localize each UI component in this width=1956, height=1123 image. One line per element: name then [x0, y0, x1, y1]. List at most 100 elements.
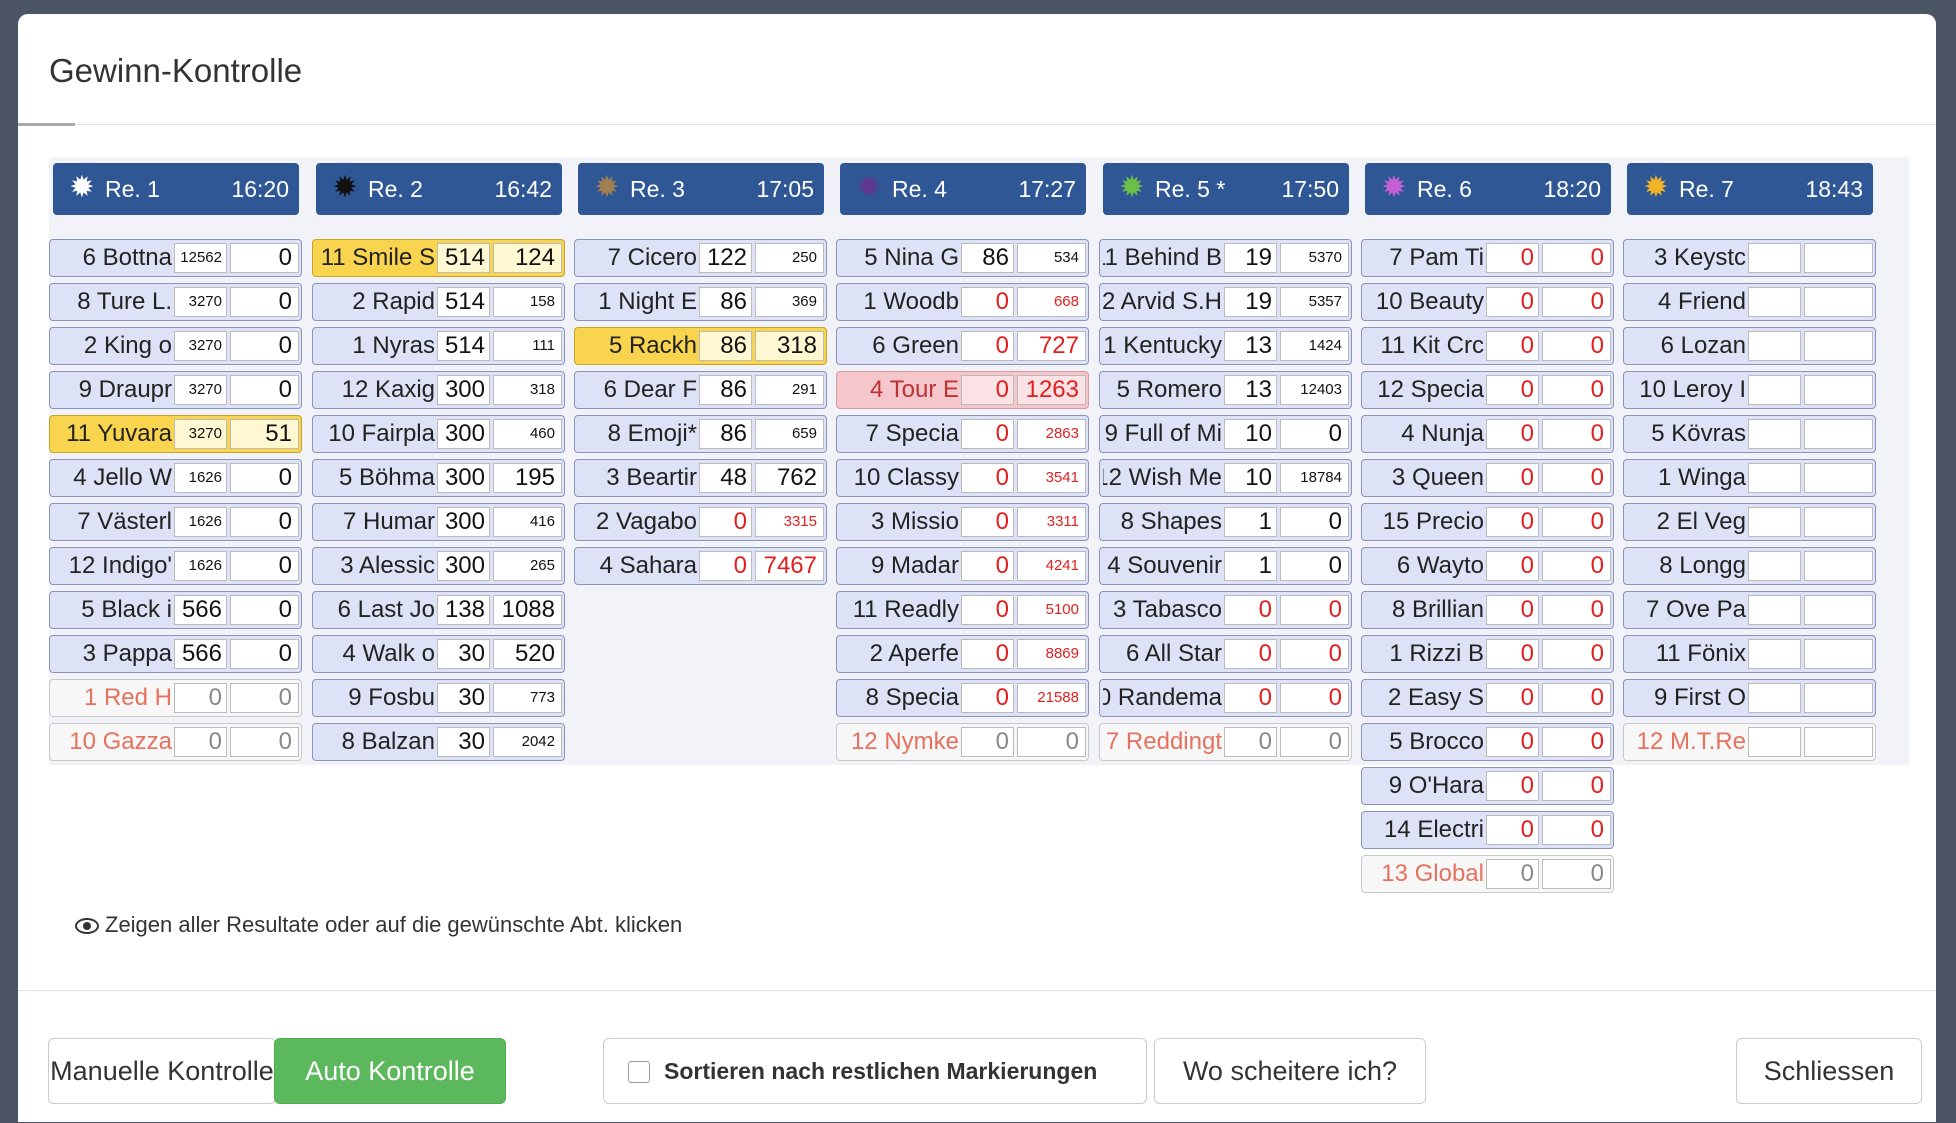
race-header-2[interactable]: ✹ Re. 2 16:42 [316, 163, 562, 215]
horse-row[interactable]: 4 Jello W 1626 0 [49, 459, 302, 497]
horse-row[interactable]: 10 Leroy I [1623, 371, 1876, 409]
horse-row[interactable]: 8 Balzan 30 2042 [312, 723, 565, 761]
horse-row[interactable]: 8 Ture L. 3270 0 [49, 283, 302, 321]
horse-row[interactable]: 6 Green 0 727 [836, 327, 1089, 365]
horse-row[interactable]: 1 Winga [1623, 459, 1876, 497]
horse-row[interactable]: 1 Woodb 0 668 [836, 283, 1089, 321]
horse-row[interactable]: 1 Kentucky 13 1424 [1099, 327, 1352, 365]
horse-row[interactable]: 1 Red H00 [49, 679, 302, 717]
horse-row[interactable]: 9 Fosbu 30 773 [312, 679, 565, 717]
horse-row[interactable]: 2 Aperfe 0 8869 [836, 635, 1089, 673]
horse-row[interactable]: 2 Vagabo 0 3315 [574, 503, 827, 541]
horse-row[interactable]: 2 Rapid 514 158 [312, 283, 565, 321]
race-header-7[interactable]: ✹ Re. 7 18:43 [1627, 163, 1873, 215]
horse-row[interactable]: 6 Wayto 0 0 [1361, 547, 1614, 585]
sort-remaining-checkbox[interactable]: Sortieren nach restlichen Markierungen [603, 1038, 1147, 1104]
payout-value: 0 [1017, 727, 1086, 757]
horse-row[interactable]: 1 Rizzi B00 [1361, 635, 1614, 673]
horse-row[interactable]: 3 Alessic 300 265 [312, 547, 565, 585]
horse-row[interactable]: 11 Fönix [1623, 635, 1876, 673]
race-header-6[interactable]: ✹ Re. 6 18:20 [1365, 163, 1611, 215]
horse-row[interactable]: 5 Nina G 86 534 [836, 239, 1089, 277]
horse-row[interactable]: 11 Kit Crc 0 0 [1361, 327, 1614, 365]
hint-text[interactable]: Zeigen aller Resultate oder auf die gewü… [75, 912, 682, 938]
horse-row[interactable]: 1 Nyras 514 111 [312, 327, 565, 365]
race-header-4[interactable]: ✹ Re. 4 17:27 [840, 163, 1086, 215]
horse-row[interactable]: 6 Lozan [1623, 327, 1876, 365]
horse-row[interactable]: 3 Missio 0 3311 [836, 503, 1089, 541]
horse-row[interactable]: 2 Arvid S.H 19 5357 [1099, 283, 1352, 321]
horse-row[interactable]: 4 Nunja 0 0 [1361, 415, 1614, 453]
horse-row[interactable]: 4 Tour E 0 1263 [836, 371, 1089, 409]
horse-row[interactable]: 12 Nymke 0 0 [836, 723, 1089, 761]
horse-row[interactable]: 9 Madar 0 4241 [836, 547, 1089, 585]
horse-row[interactable]: 9 Full of Mi 10 0 [1099, 415, 1352, 453]
horse-row[interactable]: 7 Specia 0 2863 [836, 415, 1089, 453]
horse-row[interactable]: 11 Behind B 19 5370 [1099, 239, 1352, 277]
horse-row[interactable]: 8 Brillian 0 0 [1361, 591, 1614, 629]
horse-row[interactable]: 2 King o 3270 0 [49, 327, 302, 365]
horse-row[interactable]: 14 Electri 0 0 [1361, 811, 1614, 849]
horse-row[interactable]: 11 Yuvara 3270 51 [49, 415, 302, 453]
horse-row[interactable]: 10 Fairpla 300 460 [312, 415, 565, 453]
horse-row[interactable]: 5 Black i 566 0 [49, 591, 302, 629]
horse-row[interactable]: 10 Randema00 [1099, 679, 1352, 717]
horse-row[interactable]: 7 Pam Ti 0 0 [1361, 239, 1614, 277]
horse-row[interactable]: 8 Specia 0 21588 [836, 679, 1089, 717]
horse-name: 2 Aperfe [869, 640, 959, 667]
horse-row[interactable]: 6 All Star 0 0 [1099, 635, 1352, 673]
horse-row[interactable]: 3 Keystc [1623, 239, 1876, 277]
horse-row[interactable]: 6 Bottna 12562 0 [49, 239, 302, 277]
payout-value: 318 [755, 331, 824, 361]
horse-row[interactable]: 12 Specia 0 0 [1361, 371, 1614, 409]
race-header-3[interactable]: ✹ Re. 3 17:05 [578, 163, 824, 215]
where-fail-button[interactable]: Wo scheitere ich? [1154, 1038, 1426, 1104]
horse-row[interactable]: 12 Kaxig 300 318 [312, 371, 565, 409]
horse-row[interactable]: 15 Precio 0 0 [1361, 503, 1614, 541]
horse-row[interactable]: 8 Longg [1623, 547, 1876, 585]
horse-row[interactable]: 12 M.T.Re [1623, 723, 1876, 761]
horse-row[interactable]: 5 Romero 13 12403 [1099, 371, 1352, 409]
horse-row[interactable]: 5 Kövras [1623, 415, 1876, 453]
checkbox-icon[interactable] [628, 1061, 650, 1083]
horse-row[interactable]: 13 Global 0 0 [1361, 855, 1614, 893]
horse-row[interactable]: 10 Beauty 0 0 [1361, 283, 1614, 321]
horse-row[interactable]: 11 Smile S 514 124 [312, 239, 565, 277]
horse-row[interactable]: 6 Dear F 86 291 [574, 371, 827, 409]
horse-row[interactable]: 3 Tabasco 0 0 [1099, 591, 1352, 629]
horse-row[interactable]: 4 Friend [1623, 283, 1876, 321]
horse-row[interactable]: 9 First O [1623, 679, 1876, 717]
horse-row[interactable]: 7 Reddingt 0 0 [1099, 723, 1352, 761]
horse-row[interactable]: 2 El Veg [1623, 503, 1876, 541]
horse-row[interactable]: 9 O'Hara 0 0 [1361, 767, 1614, 805]
horse-row[interactable]: 10 Gazza 0 0 [49, 723, 302, 761]
manual-control-button[interactable]: Manuelle Kontrolle [48, 1038, 276, 1104]
horse-row[interactable]: 7 Västerl 1626 0 [49, 503, 302, 541]
horse-row[interactable]: 9 Draupr 3270 0 [49, 371, 302, 409]
horse-row[interactable]: 4 Walk o 30 520 [312, 635, 565, 673]
horse-row[interactable]: 5 Böhma 300 195 [312, 459, 565, 497]
horse-row[interactable]: 3 Queen 0 0 [1361, 459, 1614, 497]
horse-row[interactable]: 3 Pappa 566 0 [49, 635, 302, 673]
horse-row[interactable]: 11 Readly 0 5100 [836, 591, 1089, 629]
race-header-5[interactable]: ✹ Re. 5 * 17:50 [1103, 163, 1349, 215]
horse-row[interactable]: 1 Night E 86 369 [574, 283, 827, 321]
horse-row[interactable]: 3 Beartir 48 762 [574, 459, 827, 497]
horse-row[interactable]: 5 Rackh 86 318 [574, 327, 827, 365]
close-button[interactable]: Schliessen [1736, 1038, 1922, 1104]
horse-row[interactable]: 2 Easy S00 [1361, 679, 1614, 717]
horse-row[interactable]: 4 Sahara 0 7467 [574, 547, 827, 585]
horse-row[interactable]: 10 Classy 0 3541 [836, 459, 1089, 497]
auto-control-button[interactable]: Auto Kontrolle [274, 1038, 506, 1104]
horse-row[interactable]: 7 Humar 300 416 [312, 503, 565, 541]
horse-row[interactable]: 7 Cicero 122 250 [574, 239, 827, 277]
horse-row[interactable]: 6 Last Jo 138 1088 [312, 591, 565, 629]
race-header-1[interactable]: ✹ Re. 1 16:20 [53, 163, 299, 215]
horse-row[interactable]: 12 Wish Me 10 18784 [1099, 459, 1352, 497]
horse-row[interactable]: 7 Ove Pa [1623, 591, 1876, 629]
horse-row[interactable]: 4 Souvenir 1 0 [1099, 547, 1352, 585]
horse-row[interactable]: 12 Indigo' 1626 0 [49, 547, 302, 585]
horse-row[interactable]: 8 Emoji* 86 659 [574, 415, 827, 453]
horse-row[interactable]: 5 Brocco 0 0 [1361, 723, 1614, 761]
horse-row[interactable]: 8 Shapes 1 0 [1099, 503, 1352, 541]
